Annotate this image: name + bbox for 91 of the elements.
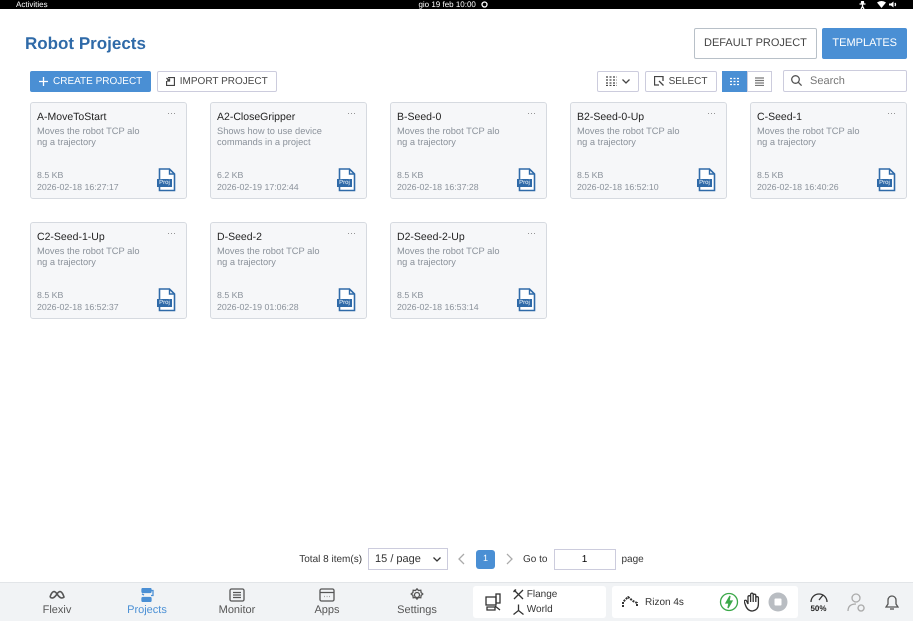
modified-date: 2026-02-18 16:52:37: [37, 301, 119, 313]
project-description: Moves the robot TCP along a trajectory: [37, 246, 140, 268]
nav-tab[interactable]: Settings: [372, 585, 462, 619]
plus-icon: [39, 76, 48, 86]
file-size: 8.5 KB: [37, 289, 64, 301]
next-icon[interactable]: [505, 553, 514, 565]
grid-view-button[interactable]: [722, 70, 747, 92]
project-name: C2-Seed-1-Up: [37, 231, 105, 244]
page-input[interactable]: 1: [554, 548, 616, 570]
list-icon: [755, 76, 764, 86]
page-title: Robot Projects: [25, 34, 146, 54]
modified-date: 2026-02-18 16:52:10: [577, 181, 659, 193]
hand-icon[interactable]: [744, 592, 762, 612]
select-icon: [654, 76, 664, 86]
goto-label: Go to: [523, 552, 548, 566]
speed-button[interactable]: 50%: [808, 589, 828, 615]
nav-tab[interactable]: Monitor: [192, 585, 282, 619]
more-button[interactable]: ···: [527, 227, 536, 240]
modified-date: 2026-02-19 01:06:28: [217, 301, 299, 313]
page-label: page: [622, 552, 644, 566]
file-size: 8.5 KB: [397, 289, 424, 301]
modified-date: 2026-02-19 17:02:44: [217, 181, 299, 193]
more-button[interactable]: ···: [347, 227, 356, 240]
project-name: B-Seed-0: [397, 111, 442, 124]
more-button[interactable]: ···: [347, 107, 356, 120]
robot-controller-icon: [485, 593, 502, 611]
caret-icon: [622, 78, 630, 84]
frame-icon: [513, 604, 524, 615]
user-settings-icon[interactable]: [846, 592, 866, 612]
alarm-icon: [481, 1, 488, 8]
previous-icon[interactable]: [458, 553, 466, 565]
activities-button[interactable]: Activities: [16, 0, 48, 9]
more-button[interactable]: ···: [167, 227, 176, 240]
modified-date: 2026-02-18 16:27:17: [37, 181, 119, 193]
stop-icon[interactable]: [768, 592, 788, 612]
import-project-button[interactable]: IMPORT PROJECT: [156, 70, 277, 92]
grid-icon: [606, 76, 618, 86]
tool-frame-panel[interactable]: Flange World: [473, 586, 606, 618]
nav-tab[interactable]: Flexiv: [12, 585, 102, 619]
columns-dropdown[interactable]: [597, 70, 640, 92]
file-size: 6.2 KB: [217, 169, 244, 181]
power-icon[interactable]: [718, 592, 738, 612]
project-description: Moves the robot TCP along a trajectory: [397, 246, 500, 268]
project-name: D-Seed-2: [217, 231, 262, 244]
caret-icon: [433, 556, 442, 562]
app-window-icon: [319, 588, 335, 602]
robot-name: Rizon 4s: [645, 596, 684, 610]
settings-icon: [409, 588, 425, 602]
modified-date: 2026-02-18 16:37:28: [397, 181, 479, 193]
project-name: D2-Seed-2-Up: [397, 231, 465, 244]
select-button[interactable]: SELECT: [644, 70, 716, 92]
stack-icon: [139, 588, 155, 602]
modified-date: 2026-02-18 16:53:14: [397, 301, 479, 313]
more-button[interactable]: ···: [707, 107, 716, 120]
tool-icon: [513, 589, 524, 600]
file-size: 8.5 KB: [217, 289, 244, 301]
project-name: A-MoveToStart: [37, 111, 106, 124]
robot-arm-icon: [622, 596, 640, 608]
file-size: 8.5 KB: [397, 169, 424, 181]
file-size: 8.5 KB: [37, 169, 64, 181]
project-name: C-Seed-1: [757, 111, 802, 124]
file-size: 8.5 KB: [757, 169, 784, 181]
page-size-dropdown[interactable]: 15 / page: [368, 548, 448, 570]
accessibility-icon: [859, 0, 866, 8]
grid-icon: [730, 76, 739, 86]
file-size: 8.5 KB: [577, 169, 604, 181]
default-project-button[interactable]: DEFAULT PROJECT: [694, 28, 817, 58]
clock-text: gio 19 feb 10:00: [418, 0, 476, 9]
project-name: B2-Seed-0-Up: [577, 111, 644, 124]
frame-name: World: [526, 603, 553, 617]
more-button[interactable]: ···: [527, 107, 536, 120]
more-button[interactable]: ···: [167, 107, 176, 120]
robot-panel[interactable]: Rizon 4s: [612, 586, 798, 618]
project-description: Shows how to use device commands in a project: [217, 126, 323, 148]
modified-date: 2026-02-18 16:40:26: [757, 181, 839, 193]
project-description: Moves the robot TCP along a trajectory: [397, 126, 500, 148]
nav-tab[interactable]: Apps: [282, 585, 372, 619]
project-description: Moves the robot TCP along a trajectory: [37, 126, 140, 148]
project-description: Moves the robot TCP along a trajectory: [577, 126, 680, 148]
list-view-button[interactable]: [747, 70, 772, 92]
project-description: Moves the robot TCP along a trajectory: [217, 246, 320, 268]
project-description: Moves the robot TCP along a trajectory: [757, 126, 860, 148]
more-button[interactable]: ···: [887, 107, 896, 120]
list-window-icon: [229, 588, 245, 602]
total-count: Total 8 item(s): [299, 552, 362, 566]
search-field[interactable]: Search: [783, 70, 907, 92]
wifi-icon: [877, 1, 886, 8]
tool-name: Flange: [526, 588, 558, 602]
import-icon: [166, 76, 175, 86]
volume-icon: [888, 1, 897, 8]
project-name: A2-CloseGripper: [217, 111, 296, 124]
